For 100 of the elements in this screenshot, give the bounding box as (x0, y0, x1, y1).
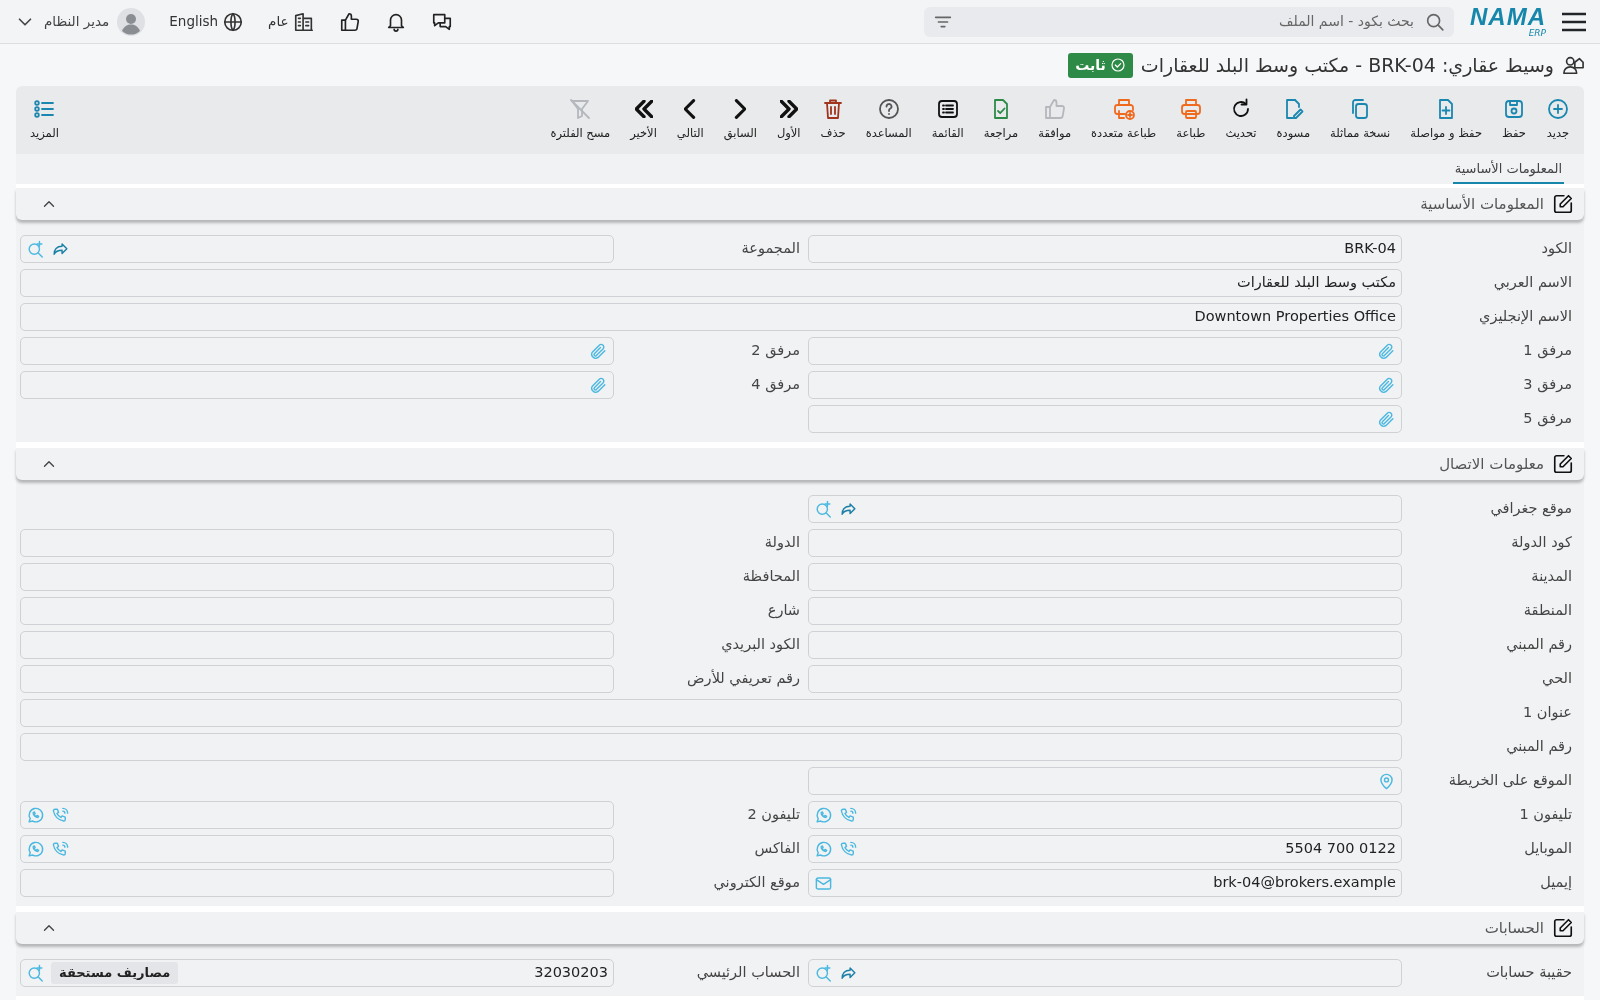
input-field[interactable] (808, 495, 1402, 523)
map-pin-icon[interactable] (1377, 771, 1396, 791)
toolbar-button[interactable]: المساعدة (859, 95, 918, 145)
input-field[interactable] (20, 371, 614, 399)
check-circle-icon (1109, 57, 1126, 73)
input-field[interactable] (808, 631, 1402, 659)
paperclip-icon[interactable] (1377, 341, 1396, 361)
toolbar-button[interactable]: تحديث (1219, 95, 1263, 145)
input-field[interactable] (20, 869, 614, 897)
search-bar[interactable]: بحث بكود - اسم الملف (924, 6, 1454, 37)
field-label: الاسم العربي (1492, 273, 1573, 293)
input-field[interactable] (20, 529, 614, 557)
field-label: إيميل (1539, 873, 1573, 893)
toolbar-button[interactable]: الأول (770, 95, 807, 145)
whatsapp-icon[interactable] (814, 805, 833, 825)
toolbar-button[interactable]: حفظ و مواصلة (1404, 95, 1488, 145)
toolbar-button[interactable]: التالي (670, 95, 710, 145)
toolbar-button[interactable]: المزيد (24, 95, 65, 145)
search-field[interactable]: بحث بكود - اسم الملف (962, 10, 1416, 33)
input-field[interactable] (20, 733, 1402, 761)
field-label: المدينة (1530, 567, 1573, 587)
toolbar-button[interactable]: جديد (1540, 95, 1576, 145)
whatsapp-icon[interactable] (814, 839, 833, 859)
toolbar-button[interactable]: السابق (717, 95, 763, 145)
field-label: حقيبة حسابات (1485, 963, 1573, 983)
toolbar-button[interactable]: مسح الفلترة (544, 95, 617, 145)
input-field[interactable]: brk-04@brokers.example (808, 869, 1402, 897)
input-field[interactable] (808, 563, 1402, 591)
input-field[interactable] (808, 665, 1402, 693)
input-field[interactable] (20, 563, 614, 591)
paperclip-icon[interactable] (589, 375, 608, 395)
globe-icon (222, 10, 245, 33)
field-label: رقم تعريفي للأرض (686, 668, 801, 689)
field-label: الحي (1541, 669, 1573, 689)
field-label: الموقع على الخريطة (1447, 771, 1573, 791)
input-field[interactable] (20, 597, 614, 625)
paperclip-icon[interactable] (1377, 409, 1396, 429)
input-field[interactable] (808, 405, 1402, 433)
toolbar-button[interactable]: نسخة مماثلة (1324, 95, 1397, 145)
input-field[interactable]: 5504 700 0122 (808, 835, 1402, 863)
search-plus-icon[interactable] (26, 239, 45, 259)
field-value: BRK-04 (1344, 240, 1396, 257)
whatsapp-icon[interactable] (26, 805, 45, 825)
phone-icon[interactable] (51, 805, 70, 825)
section-title: الحسابات (1484, 917, 1544, 939)
input-field[interactable] (20, 235, 614, 263)
company-button[interactable]: عام (268, 10, 315, 33)
input-field[interactable] (808, 337, 1402, 365)
toolbar-button[interactable]: مراجعة (977, 95, 1025, 145)
input-field[interactable]: BRK-04 (808, 235, 1402, 263)
toolbar-button[interactable]: موافقة (1032, 95, 1078, 145)
input-field[interactable] (20, 801, 614, 829)
section-title: معلومات الاتصال (1439, 453, 1544, 475)
input-field[interactable] (808, 801, 1402, 829)
toolbar-button[interactable]: طباعة متعددة (1085, 95, 1163, 145)
avatar-icon (117, 7, 146, 36)
field-label: تليفون 1 (1518, 805, 1573, 825)
input-field[interactable] (808, 959, 1402, 987)
toolbar-button[interactable]: القائمة (925, 95, 970, 145)
input-field[interactable] (808, 597, 1402, 625)
toolbar-button[interactable]: طباعة (1170, 95, 1212, 145)
input-field[interactable] (20, 665, 614, 693)
field-value: Downtown Properties Office (1194, 308, 1396, 325)
field-label: رقم المبني (1505, 737, 1573, 757)
toolbar-button[interactable]: مسودة (1270, 95, 1317, 145)
input-field[interactable] (808, 529, 1402, 557)
menu-button[interactable] (1562, 11, 1586, 32)
input-field[interactable]: Downtown Properties Office (20, 303, 1402, 331)
field-label: مرفق 4 (750, 375, 801, 395)
whatsapp-icon[interactable] (26, 839, 45, 859)
field-label: عنوان 1 (1521, 703, 1573, 723)
field-label: المحافظة (741, 567, 801, 587)
section-title: المعلومات الأساسية (1420, 193, 1544, 215)
paperclip-icon[interactable] (589, 341, 608, 361)
search-plus-icon[interactable] (814, 963, 833, 983)
phone-icon[interactable] (839, 805, 858, 825)
toolbar-button[interactable]: الأخير (624, 95, 663, 145)
phone-icon[interactable] (51, 839, 70, 859)
tab[interactable]: المعلومات الأساسية (1452, 154, 1564, 184)
field-label: شارع (766, 601, 801, 621)
status-badge: ثابت (1068, 52, 1133, 78)
paperclip-icon[interactable] (1377, 375, 1396, 395)
input-field[interactable] (20, 337, 614, 365)
input-field[interactable] (20, 835, 614, 863)
search-plus-icon[interactable] (814, 499, 833, 519)
user-menu[interactable]: مدير النظام (14, 7, 146, 36)
input-field[interactable] (20, 631, 614, 659)
input-field[interactable] (20, 699, 1402, 727)
field-label: موقع الكتروني (712, 873, 801, 893)
search-plus-icon[interactable] (26, 963, 45, 983)
field-label: الفاكس (753, 839, 801, 859)
input-field[interactable] (808, 371, 1402, 399)
phone-icon[interactable] (839, 839, 858, 859)
toolbar-button[interactable]: حفظ (1496, 95, 1532, 145)
input-field[interactable]: مكتب وسط البلد للعقارات (20, 269, 1402, 297)
thumbs-up-icon[interactable] (338, 10, 361, 33)
field-value: 5504 700 0122 (1285, 840, 1396, 857)
input-field[interactable] (808, 767, 1402, 795)
toolbar-button[interactable]: حذف (814, 95, 852, 145)
language-button[interactable]: English (169, 10, 245, 33)
